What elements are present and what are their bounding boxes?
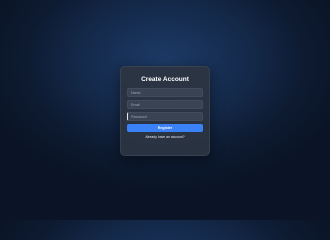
form-title: Create Account (141, 76, 189, 83)
register-button[interactable]: Register (127, 124, 203, 132)
password-input[interactable] (127, 112, 203, 121)
login-link[interactable]: Already have an account? (127, 135, 203, 140)
register-card: Create Account Register Already have an … (120, 66, 210, 156)
name-input[interactable] (127, 88, 203, 97)
email-input[interactable] (127, 100, 203, 109)
